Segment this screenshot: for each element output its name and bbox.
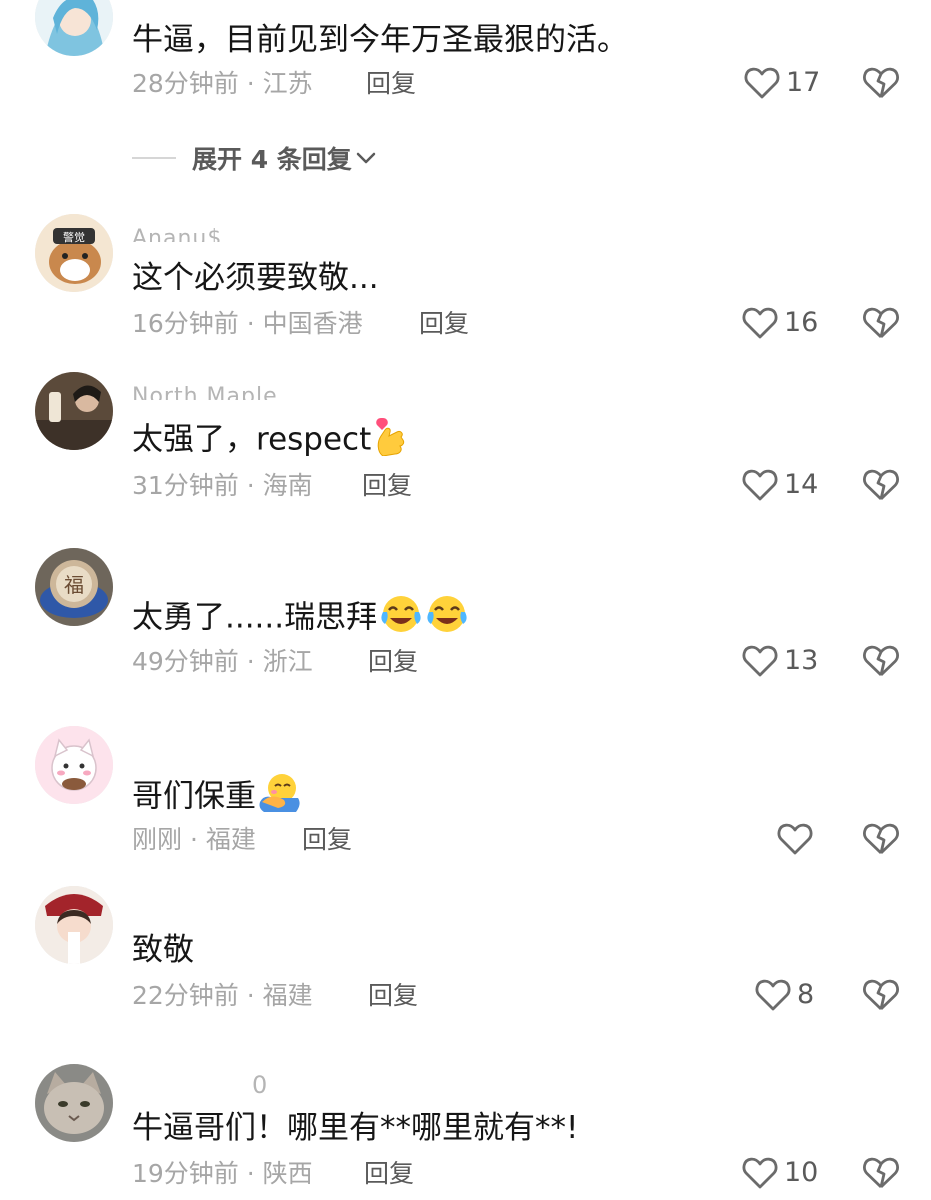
comment-list: 牛逼，目前见到今年万圣最狠的活。 28分钟前 · 江苏 回复 17 展开 4 条… <box>0 0 931 1200</box>
cartoon-dog-avatar-icon: 警觉 <box>35 214 113 292</box>
broken-heart-icon <box>863 67 899 99</box>
girl-photo-avatar-icon <box>35 886 113 964</box>
svg-text:警觉: 警觉 <box>63 230 85 244</box>
broken-heart-icon <box>863 645 899 677</box>
cat-photo-avatar-icon <box>35 1064 113 1142</box>
comment-meta: 49分钟前 · 浙江 <box>132 647 313 676</box>
avatar[interactable]: 福 <box>35 548 113 626</box>
broken-heart-icon <box>863 307 899 339</box>
like-button[interactable] <box>777 822 819 856</box>
heart-icon <box>742 1157 778 1189</box>
fu-plate-avatar-icon: 福 <box>35 548 113 626</box>
dislike-button[interactable] <box>862 306 900 344</box>
avatar[interactable] <box>35 886 113 964</box>
heart-icon <box>742 307 778 339</box>
heart-icon <box>742 645 778 677</box>
reply-button[interactable]: 回复 <box>302 824 352 856</box>
like-button[interactable]: 8 <box>755 978 814 1012</box>
avatar[interactable] <box>35 726 113 804</box>
expand-divider <box>132 157 176 159</box>
comment-text-content: 哥们保重 <box>132 778 256 815</box>
heart-icon <box>744 67 780 99</box>
crying-laughing-emoji-icon <box>379 594 423 644</box>
broken-heart-icon <box>863 823 899 855</box>
reply-button[interactable]: 回复 <box>364 1158 414 1190</box>
like-count: 14 <box>784 469 819 500</box>
comment-text: 哥们保重 <box>132 772 302 824</box>
chevron-down-icon <box>356 152 376 164</box>
expand-replies[interactable]: 展开 4 条回复 <box>132 140 378 176</box>
like-count: 13 <box>784 645 819 676</box>
comment-text: 牛逼，目前见到今年万圣最狠的活。 <box>132 20 628 60</box>
anime-girl-avatar-icon <box>35 0 113 56</box>
broken-heart-icon <box>863 1157 899 1189</box>
dislike-button[interactable] <box>862 468 900 506</box>
comment-text: 牛逼哥们！哪里有**哪里就有**! <box>132 1108 578 1148</box>
avatar[interactable]: 警觉 <box>35 214 113 292</box>
dislike-button[interactable] <box>862 1156 900 1194</box>
like-button[interactable]: 17 <box>744 66 820 100</box>
comment-meta: 16分钟前 · 中国香港 <box>132 309 363 338</box>
reply-button[interactable]: 回复 <box>366 68 416 100</box>
like-count: 17 <box>786 67 821 98</box>
dislike-button[interactable] <box>862 644 900 682</box>
comment-meta: 28分钟前 · 江苏 <box>132 69 313 98</box>
reply-button[interactable]: 回复 <box>419 308 469 340</box>
expand-replies-label: 展开 4 条回复 <box>192 145 352 174</box>
like-count: 16 <box>784 307 819 338</box>
comment-text: 太勇了......瑞思拜 <box>132 594 469 644</box>
like-count: 10 <box>784 1157 819 1188</box>
comment-text-content: 这个必须要致敬... <box>132 260 379 296</box>
reply-button[interactable]: 回复 <box>368 646 418 678</box>
comment-text: 这个必须要致敬... <box>132 258 379 298</box>
comment-text-content: 牛逼哥们！哪里有**哪里就有**! <box>132 1110 579 1146</box>
heart-icon <box>755 979 791 1011</box>
hug-emoji-icon <box>258 772 302 824</box>
avatar[interactable] <box>35 0 113 56</box>
like-button[interactable]: 10 <box>742 1156 818 1190</box>
broken-heart-icon <box>863 979 899 1011</box>
comment-username[interactable]: 0 <box>252 1072 268 1098</box>
person-photo-avatar-icon <box>35 372 113 450</box>
heart-icon <box>777 823 813 855</box>
dislike-button[interactable] <box>862 978 900 1016</box>
dislike-button[interactable] <box>862 822 900 860</box>
cartoon-cat-avatar-icon <box>35 726 113 804</box>
svg-text:福: 福 <box>64 573 84 597</box>
reply-button[interactable]: 回复 <box>368 980 418 1012</box>
avatar[interactable] <box>35 372 113 450</box>
dislike-button[interactable] <box>862 66 900 104</box>
comment-text: 致敬 <box>132 930 194 970</box>
comment-meta: 31分钟前 · 海南 <box>132 471 313 500</box>
comment-username[interactable]: North Maple <box>132 384 278 400</box>
avatar[interactable] <box>35 1064 113 1142</box>
comment-text-content: 太勇了......瑞思拜 <box>132 599 378 636</box>
broken-heart-icon <box>863 469 899 501</box>
finger-heart-emoji-icon <box>373 416 409 466</box>
reply-button[interactable]: 回复 <box>362 470 412 502</box>
crying-laughing-emoji-icon <box>425 594 469 644</box>
like-button[interactable]: 16 <box>742 306 818 340</box>
heart-icon <box>742 469 778 501</box>
comment-text: 太强了，respect <box>132 416 409 466</box>
like-count: 8 <box>797 979 815 1010</box>
comment-text-content: 致敬 <box>132 932 194 968</box>
comment-username[interactable]: Ananu$ <box>132 226 222 242</box>
comment-meta: 刚刚 · 福建 <box>132 825 256 854</box>
comment-text-content: 太强了，respect <box>132 421 372 458</box>
comment-meta: 22分钟前 · 福建 <box>132 981 313 1010</box>
like-button[interactable]: 14 <box>742 468 818 502</box>
comment-meta: 19分钟前 · 陕西 <box>132 1159 313 1188</box>
comment-text-content: 牛逼，目前见到今年万圣最狠的活。 <box>132 22 628 58</box>
like-button[interactable]: 13 <box>742 644 818 678</box>
